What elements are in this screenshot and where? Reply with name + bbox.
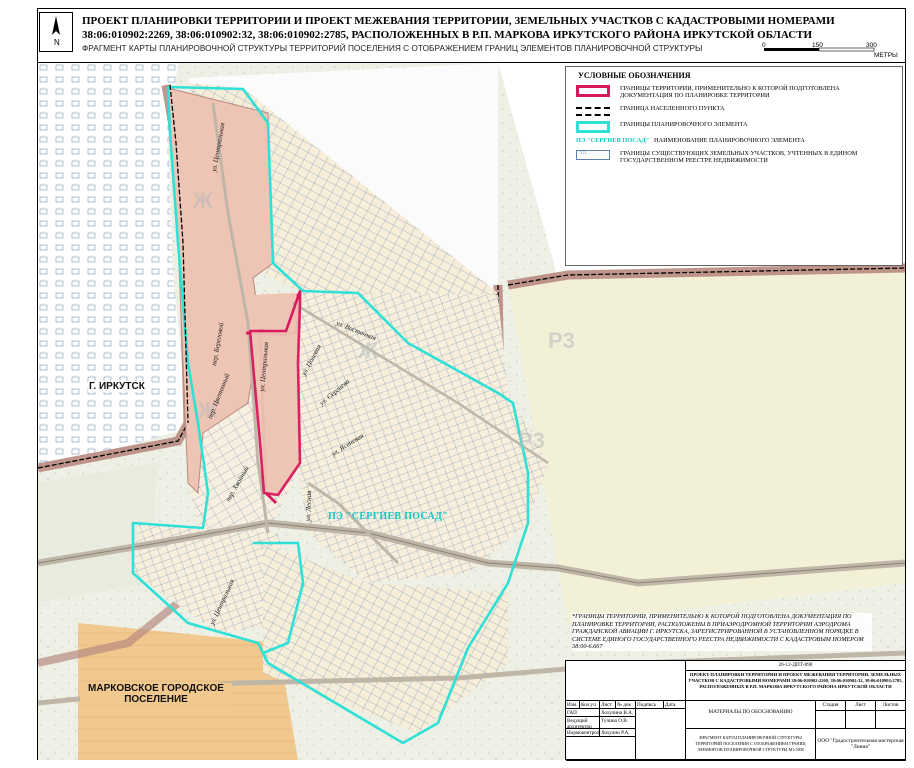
legend: УСЛОВНЫЕ ОБОЗНАЧЕНИЯ ГРАНИЦЫ ТЕРРИТОРИИ,…	[565, 66, 903, 266]
legend-item-project-boundary: ГРАНИЦЫ ТЕРРИТОРИИ, ПРИМЕНИТЕЛЬНО К КОТО…	[576, 85, 890, 99]
scale-tick-0: 0	[762, 42, 766, 49]
legend-symbol-planning-element	[576, 121, 612, 133]
drawing-sheet: N ПРОЕКТ ПЛАНИРОВКИ ТЕРРИТОРИИ И ПРОЕКТ …	[0, 0, 914, 768]
scale-unit: МЕТРЫ	[874, 52, 898, 59]
stamp-sheet-desc: ФРАГМЕНТ КАРТЫ ПЛАНИРОВОЧНОЙ СТРУКТУРЫ Т…	[686, 729, 816, 761]
legend-item-parcels: :1/1 ГРАНИЦЫ СУЩЕСТВУЮЩИХ ЗЕМЕЛЬНЫХ УЧАС…	[576, 150, 890, 164]
stamp-stage-value	[816, 711, 846, 729]
north-arrow: N	[39, 12, 73, 52]
stamp-h-koluch: Кол.уч	[580, 701, 600, 709]
irkutsk-area	[38, 63, 188, 473]
stamp-name-norm: Хохулин Р.А.	[600, 729, 636, 737]
scale-tick-300: 300	[866, 42, 877, 49]
stamp-name-gap: Хохулина В.А.	[600, 709, 636, 717]
stamp-sheet-header: Лист	[846, 701, 876, 711]
legend-symbol-parcels: :1/1	[576, 150, 612, 160]
stamp-h-list: Лист	[600, 701, 616, 709]
page-subtitle: ФРАГМЕНТ КАРТЫ ПЛАНИРОВОЧНОЙ СТРУКТУРЫ Т…	[82, 43, 703, 53]
stamp-h-izm: Изм.	[566, 701, 580, 709]
stamp-stage-header: Стадия	[816, 701, 846, 711]
irkutsk-label: Г. ИРКУТСК	[88, 381, 146, 392]
airfield-note: *ГРАНИЦЫ ТЕРРИТОРИИ, ПРИМЕНИТЕЛЬНО К КОТ…	[572, 613, 872, 651]
page-title: ПРОЕКТ ПЛАНИРОВКИ ТЕРРИТОРИИ И ПРОЕКТ МЕ…	[82, 15, 835, 41]
markovo-label-line2: ПОСЕЛЕНИЕ	[124, 694, 188, 705]
svg-text:Р3: Р3	[548, 328, 575, 353]
svg-text:Р3: Р3	[518, 428, 545, 453]
scale-bar: 0 150 300 МЕТРЫ	[762, 42, 902, 62]
stamp-empty-rows	[566, 737, 636, 761]
stamp-sheets-header: Листов	[876, 701, 906, 711]
street-lesnaya: ул. Лесная	[304, 490, 314, 522]
legend-text-settlement-boundary: ГРАНИЦА НАСЕЛЕННОГО ПУНКТА	[620, 105, 725, 112]
stamp-role-lead: Ведущий архитектор	[566, 717, 600, 729]
stamp-sheets-value	[876, 711, 906, 729]
stamp-name-lead: Тучина О.В.	[600, 717, 636, 729]
svg-text:Ж: Ж	[357, 338, 378, 363]
stamp-h-date: Дата	[664, 701, 686, 709]
legend-item-planning-element: ГРАНИЦЫ ПЛАНИРОВОЧНОГО ЭЛЕМЕНТА	[576, 121, 890, 133]
north-letter: N	[54, 38, 60, 47]
pe-name-label: ПЭ "СЕРГИЕВ ПОСАД"	[328, 511, 449, 522]
legend-title: УСЛОВНЫЕ ОБОЗНАЧЕНИЯ	[578, 71, 691, 80]
stamp-role-gap: ГАП	[566, 709, 600, 717]
stamp-organization: ООО "Градостроительная мастерская "Линия…	[816, 729, 906, 761]
legend-item-pe-name: ПЭ "СЕРГИЕВ ПОСАД" НАИМЕНОВАНИЕ ПЛАНИРОВ…	[576, 137, 884, 147]
stamp-h-sign: Подпись	[636, 701, 664, 709]
stamp-signatures	[636, 709, 686, 761]
legend-text-pe-name: НАИМЕНОВАНИЕ ПЛАНИРОВОЧНОГО ЭЛЕМЕНТА	[654, 137, 805, 144]
scale-tick-150: 150	[812, 42, 823, 49]
svg-text:Ж: Ж	[192, 188, 213, 213]
stamp-sheet-value	[846, 711, 876, 729]
stamp-project-title: ПРОЕКТ ПЛАНИРОВКИ ТЕРРИТОРИИ И ПРОЕКТ МЕ…	[686, 671, 906, 701]
legend-symbol-settlement-boundary	[576, 105, 612, 116]
legend-text-planning-element: ГРАНИЦЫ ПЛАНИРОВОЧНОГО ЭЛЕМЕНТА	[620, 121, 748, 128]
legend-parcel-code: :1/1	[576, 150, 610, 160]
stamp-materials: МАТЕРИАЛЫ ПО ОБОСНОВАНИЮ	[686, 701, 816, 729]
legend-text-project-boundary: ГРАНИЦЫ ТЕРРИТОРИИ, ПРИМЕНИТЕЛЬНО К КОТО…	[620, 85, 840, 99]
stamp-role-norm: Нормоконтроль	[566, 729, 600, 737]
stamp-blank	[566, 661, 686, 701]
legend-item-settlement-boundary: ГРАНИЦА НАСЕЛЕННОГО ПУНКТА	[576, 105, 890, 116]
legend-symbol-project-boundary	[576, 85, 612, 97]
legend-symbol-pe-name: ПЭ "СЕРГИЕВ ПОСАД"	[576, 137, 650, 144]
stamp-code: 26-12-ДПТ-090	[686, 661, 906, 671]
markovo-label: МАРКОВСКОЕ ГОРОДСКОЕ ПОСЕЛЕНИЕ	[80, 683, 232, 705]
markovo-label-line1: МАРКОВСКОЕ ГОРОДСКОЕ	[88, 683, 224, 694]
stamp-h-ndok: № док	[616, 701, 636, 709]
legend-text-parcels: ГРАНИЦЫ СУЩЕСТВУЮЩИХ ЗЕМЕЛЬНЫХ УЧАСТКОВ,…	[620, 150, 858, 164]
title-block: 26-12-ДПТ-090 ПРОЕКТ ПЛАНИРОВКИ ТЕРРИТОР…	[565, 660, 906, 761]
